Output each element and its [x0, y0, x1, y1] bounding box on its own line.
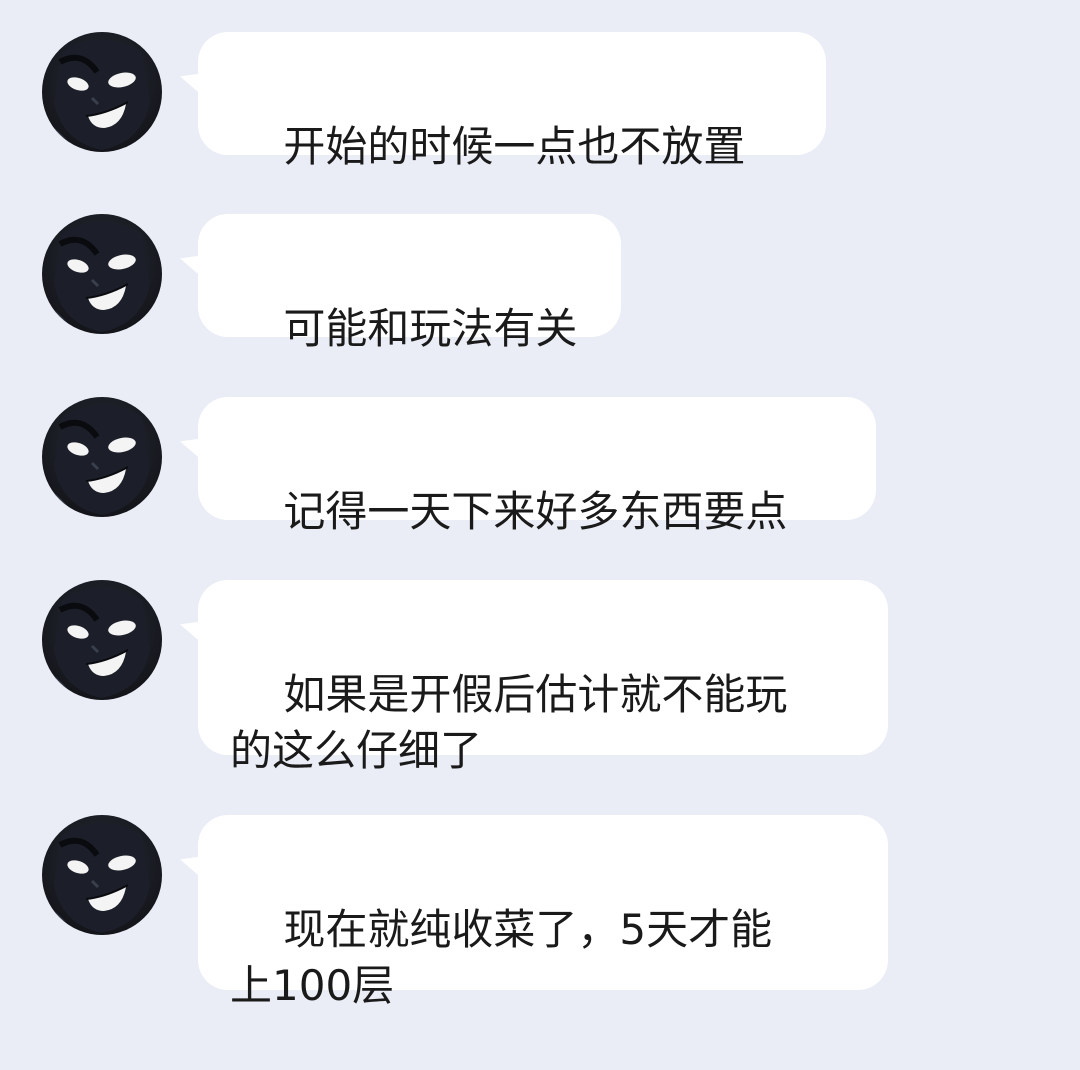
avatar-face-icon — [48, 404, 150, 517]
avatar[interactable] — [42, 580, 162, 700]
avatar[interactable] — [42, 214, 162, 334]
message-bubble[interactable]: 开始的时候一点也不放置 — [198, 32, 826, 171]
avatar[interactable] — [42, 397, 162, 517]
avatar[interactable] — [42, 32, 162, 152]
avatar-face-icon — [48, 587, 150, 700]
message-text: 现在就纯收菜了，5天才能 上100层 — [230, 905, 773, 1010]
message-text: 可能和玩法有关 — [283, 304, 578, 353]
message-text: 开始的时候一点也不放置 — [283, 122, 746, 171]
avatar-face-icon — [48, 822, 150, 935]
message-bubble[interactable]: 可能和玩法有关 — [198, 214, 621, 353]
avatar-face-icon — [48, 39, 150, 152]
avatar[interactable] — [42, 815, 162, 935]
message-bubble[interactable]: 如果是开假后估计就不能玩 的这么仔细了 — [198, 580, 888, 775]
message-bubble[interactable]: 现在就纯收菜了，5天才能 上100层 — [198, 815, 888, 1010]
message-bubble[interactable]: 记得一天下来好多东西要点 — [198, 397, 876, 536]
message-text: 如果是开假后估计就不能玩 的这么仔细了 — [230, 670, 788, 775]
avatar-face-icon — [48, 221, 150, 334]
message-text: 记得一天下来好多东西要点 — [283, 487, 788, 536]
